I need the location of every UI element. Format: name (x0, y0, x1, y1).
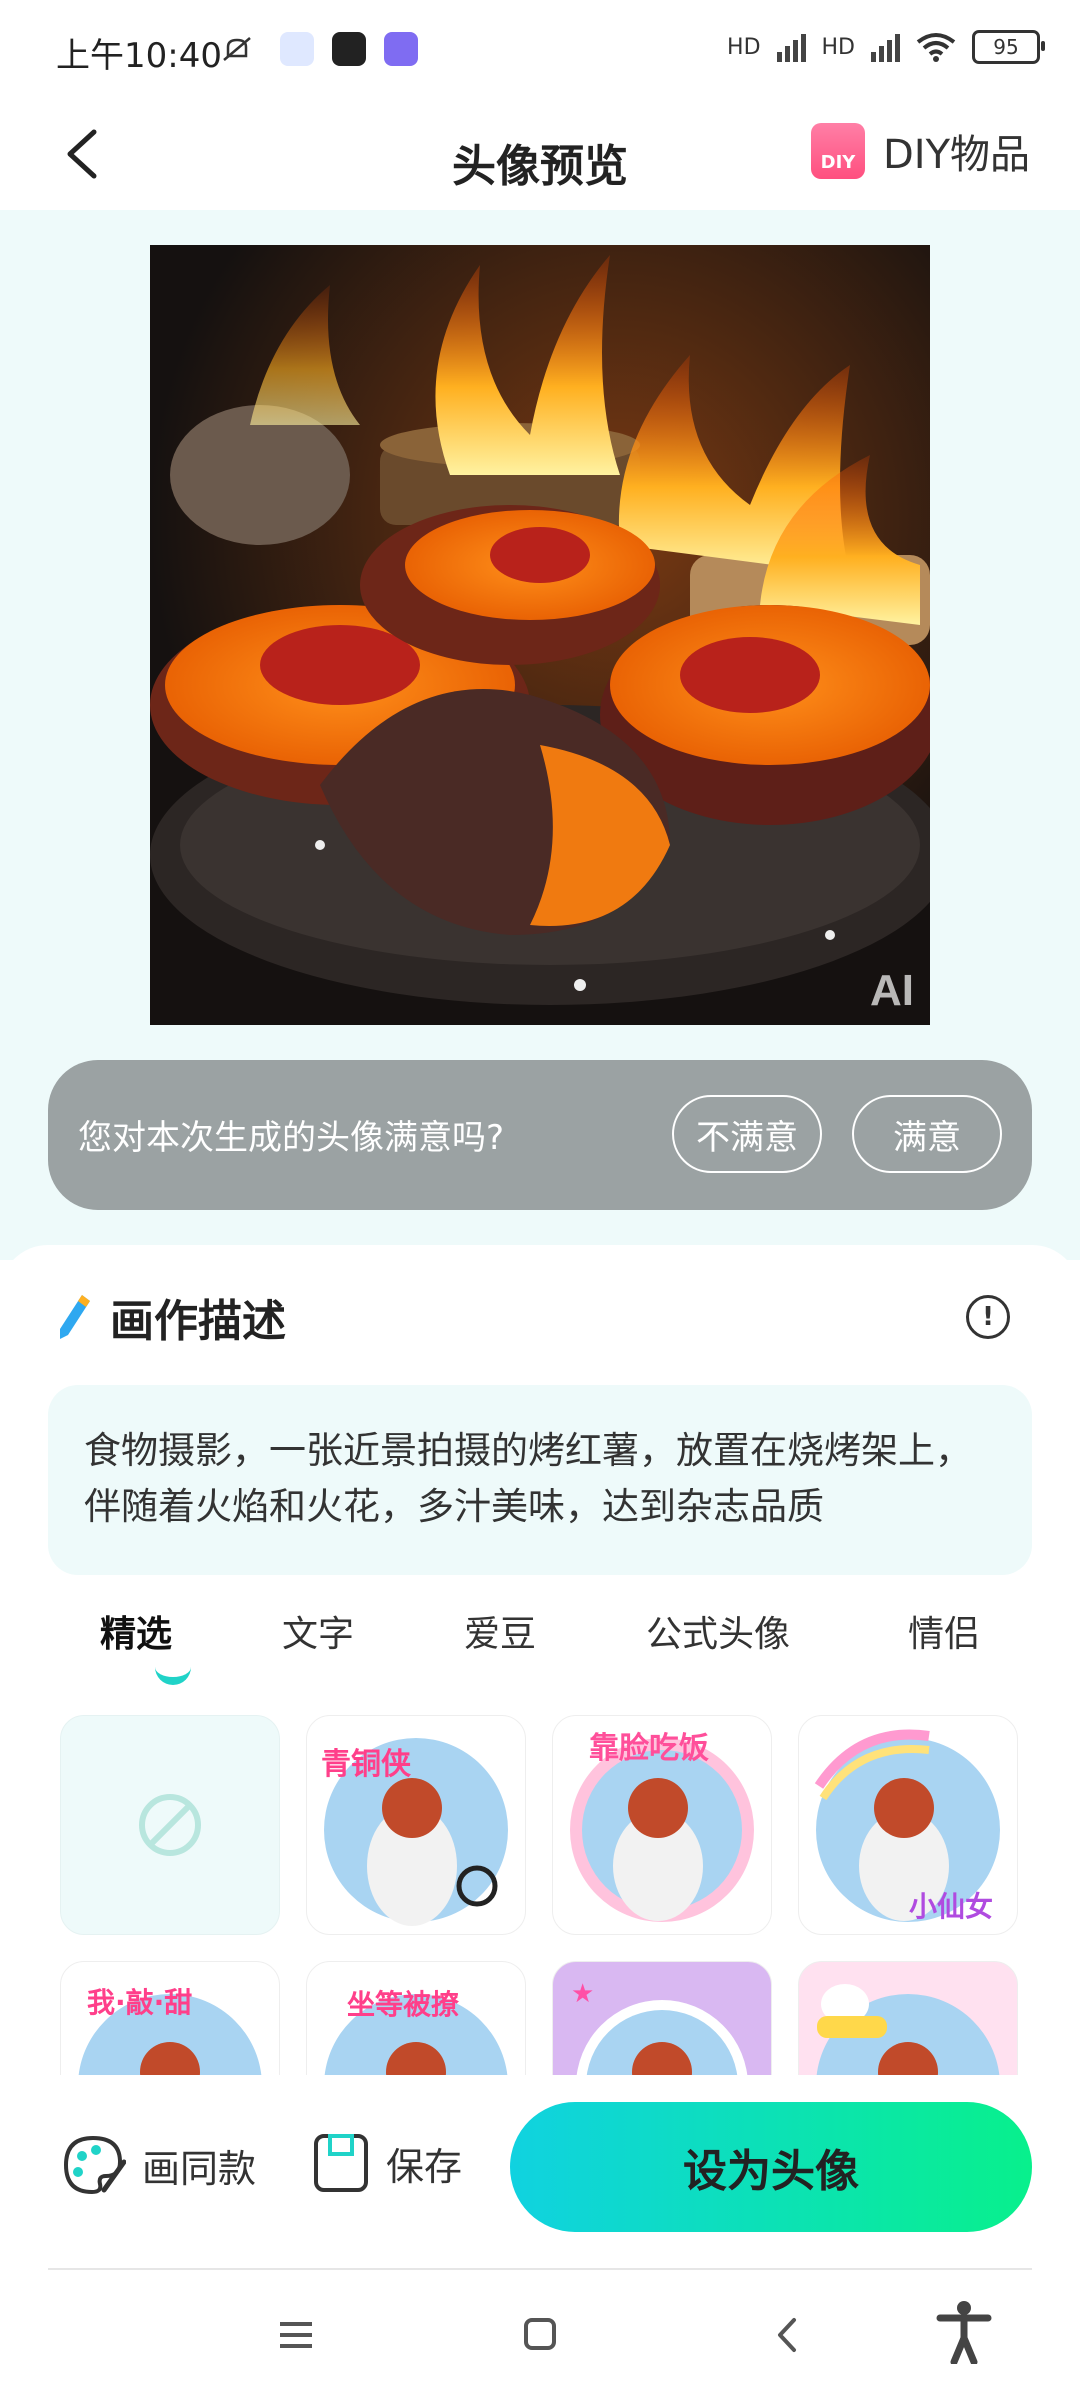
section-title: 画作描述 (110, 1296, 286, 1347)
battery-icon: 95 (972, 30, 1045, 64)
app-notification-icon (280, 32, 314, 66)
mute-icon (223, 37, 251, 61)
frame-option[interactable]: ★ (552, 1961, 772, 2075)
signal-icon (871, 32, 900, 62)
frame-preview: 我·敲·甜 (78, 1986, 262, 2075)
save-icon (314, 2134, 368, 2192)
star-icon: ★ (571, 1979, 594, 2009)
action-bar: 画同款 保存 设为头像 (0, 2080, 1080, 2240)
status-bar: 上午10:40 HD HD 95 (0, 0, 1080, 100)
preview-area: AI 您对本次生成的头像满意吗? 不满意 满意 (0, 210, 1080, 1260)
tab-idol[interactable]: 爱豆 (464, 1605, 536, 1657)
signal-icon (776, 32, 806, 62)
network-label: HD (727, 34, 761, 60)
diy-icon: DIY (810, 123, 865, 179)
ai-watermark: AI (870, 966, 914, 1015)
section-header: 画作描述 (56, 1285, 286, 1349)
frame-preview: 小仙女 (814, 1729, 1000, 1923)
status-indicators: HD HD 95 (727, 30, 1045, 64)
frame-text: 靠脸吃饭 (589, 1731, 709, 1766)
tab-text[interactable]: 文字 (282, 1605, 354, 1657)
frame-text: 青铜侠 (321, 1747, 412, 1782)
frame-option[interactable] (798, 1961, 1018, 2075)
save-label: 保存 (386, 2144, 463, 2189)
app-notification-icon (384, 32, 418, 66)
home-icon[interactable] (520, 2310, 560, 2360)
frame-preview (816, 1984, 1000, 2075)
back-nav-icon[interactable] (768, 2310, 808, 2360)
palette-icon (63, 2135, 126, 2195)
app-header: 头像预览 DIY DIY物品 (0, 100, 1080, 210)
no-frame-option[interactable] (60, 1715, 280, 1935)
frame-option[interactable]: 靠脸吃饭 (552, 1715, 772, 1935)
satisfaction-question: 您对本次生成的头像满意吗? (78, 1118, 505, 1158)
prompt-description: 食物摄影，一张近景拍摄的烤红薯，放置在烧烤架上，伴随着火焰和火花，多汁美味，达到… (48, 1385, 1032, 1575)
app-notification-icon (332, 32, 366, 66)
frame-preview: 青铜侠 (321, 1738, 508, 1926)
battery-level: 95 (993, 35, 1019, 59)
none-icon (139, 1794, 201, 1856)
frame-text: 我·敲·甜 (87, 1986, 192, 2019)
set-as-avatar-button[interactable]: 设为头像 (510, 2102, 1032, 2232)
frame-grid: 青铜侠 靠脸吃饭 小仙女 我·敲·甜 坐等被撩 ★ (60, 1715, 1020, 2075)
frame-option[interactable]: 青铜侠 (306, 1715, 526, 1935)
satisfaction-prompt: 您对本次生成的头像满意吗? 不满意 满意 (48, 1060, 1032, 1210)
wifi-icon (916, 33, 956, 62)
pencil-icon (60, 1295, 90, 1339)
frame-preview: 坐等被撩 (324, 1988, 508, 2075)
satisfied-button[interactable]: 满意 (852, 1095, 1002, 1173)
frame-option[interactable]: 坐等被撩 (306, 1961, 526, 2075)
not-satisfied-button[interactable]: 不满意 (672, 1095, 822, 1173)
frame-text: 坐等被撩 (347, 1988, 459, 2021)
save-button[interactable]: 保存 (312, 2132, 462, 2194)
frame-preview: 靠脸吃饭 (570, 1731, 754, 1922)
draw-same-label: 画同款 (142, 2146, 257, 2191)
roasted-sweet-potato-image: AI (150, 245, 930, 1025)
diy-items-button[interactable]: DIY DIY物品 (810, 122, 1030, 180)
frame-option[interactable]: 我·敲·甜 (60, 1961, 280, 2075)
frame-option[interactable]: 小仙女 (798, 1715, 1018, 1935)
tab-featured[interactable]: 精选 (100, 1605, 172, 1657)
info-icon[interactable]: ! (966, 1295, 1010, 1339)
tab-couple[interactable]: 情侣 (908, 1605, 980, 1657)
menu-icon[interactable] (276, 2310, 316, 2360)
draw-same-button[interactable]: 画同款 (60, 2132, 256, 2198)
avatar-preview-image: AI (150, 245, 930, 1025)
frame-category-tabs: 精选 文字 爱豆 公式头像 情侣 (0, 1605, 1080, 1685)
accessibility-icon[interactable] (936, 2300, 992, 2364)
frame-text: 小仙女 (909, 1890, 993, 1923)
status-time: 上午10:40 (56, 36, 222, 76)
frame-preview: ★ (571, 1979, 748, 2075)
system-nav-bar (0, 2270, 1080, 2400)
tab-formula-avatar[interactable]: 公式头像 (646, 1605, 790, 1657)
diy-items-label: DIY物品 (882, 132, 1030, 178)
network-label: HD (821, 34, 855, 60)
active-tab-indicator (155, 1655, 191, 1685)
